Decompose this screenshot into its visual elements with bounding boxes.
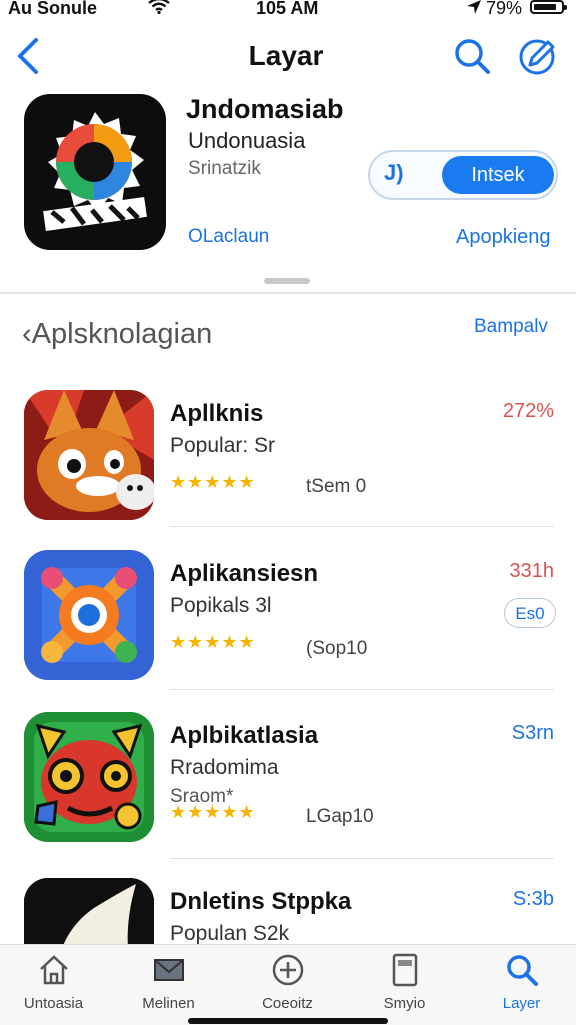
app-price: 331h bbox=[509, 560, 555, 582]
location-arrow-icon bbox=[466, 0, 482, 20]
featured-app-title: Jndomasiab bbox=[186, 94, 344, 124]
app-subtitle: Popikals 3l bbox=[170, 594, 272, 617]
clock-time: 105 AM bbox=[256, 0, 319, 18]
add-circle-icon bbox=[230, 953, 345, 987]
ghost-app-icon[interactable] bbox=[24, 878, 154, 944]
rating-count: (Sop10 bbox=[306, 638, 368, 659]
app-price[interactable]: S3rn bbox=[512, 722, 554, 745]
list-item[interactable]: Aplbikatlasia Rradomima Sraom* ★★★★★ LGa… bbox=[0, 712, 576, 872]
install-toggle[interactable]: J) Intsek bbox=[368, 150, 558, 200]
tab-label: Untoasia bbox=[23, 995, 84, 1012]
tab-label: Layer bbox=[502, 995, 541, 1012]
featured-app-subtitle: Undonuasia bbox=[188, 128, 306, 153]
app-name: Aplikansiesn bbox=[170, 560, 319, 587]
drag-handle[interactable] bbox=[264, 278, 310, 284]
search-icon[interactable] bbox=[452, 36, 492, 81]
section-see-all-link[interactable]: Bampalv bbox=[474, 316, 548, 338]
tab-bar: Untoasia Melinen Coeoitz Smyio Layer bbox=[0, 944, 576, 1025]
divider bbox=[0, 292, 576, 294]
rating-count: LGap10 bbox=[306, 806, 374, 827]
home-indicator[interactable] bbox=[188, 1018, 388, 1024]
list-item[interactable]: Dnletins Stppka Populan S2k S:3b bbox=[0, 878, 576, 944]
compose-icon[interactable] bbox=[518, 36, 556, 81]
featured-left-link[interactable]: OLaclaun bbox=[188, 226, 269, 248]
tab-label: Melinen bbox=[142, 995, 195, 1012]
star-rating: ★★★★★ bbox=[170, 802, 256, 822]
app-name: Dnletins Stppka bbox=[170, 888, 352, 915]
status-bar: Au Sonule 105 AM 79% bbox=[0, 0, 576, 22]
app-subtitle: Rradomima bbox=[170, 756, 279, 779]
star-rating: ★★★★★ bbox=[170, 472, 256, 492]
tab-device[interactable]: Smyio bbox=[347, 953, 462, 1012]
battery-icon bbox=[530, 0, 567, 14]
rating-count: tSem 0 bbox=[306, 476, 367, 497]
install-button[interactable]: Intsek bbox=[442, 156, 554, 194]
app-name: Aplbikatlasia bbox=[170, 722, 319, 749]
featured-app-size: Srinatzik bbox=[188, 158, 261, 179]
navigation-bar: Layar bbox=[0, 28, 576, 84]
get-button[interactable]: Es0 bbox=[504, 598, 556, 628]
home-icon bbox=[0, 953, 111, 987]
app-price[interactable]: 272% bbox=[503, 400, 554, 423]
tab-search[interactable]: Layer bbox=[464, 953, 576, 1012]
battery-percent: 79% bbox=[486, 0, 523, 18]
carrier-label: Au Sonule bbox=[8, 0, 97, 18]
featured-right-link[interactable]: Apopkieng bbox=[456, 226, 551, 249]
row-divider bbox=[170, 858, 554, 859]
fox-app-icon[interactable] bbox=[24, 390, 154, 520]
app-name: Apllknis bbox=[170, 400, 264, 427]
tab-label: Smyio bbox=[383, 995, 426, 1012]
app-logo-icon[interactable] bbox=[24, 94, 166, 250]
tab-label: Coeoitz bbox=[262, 995, 313, 1012]
list-item[interactable]: Aplikansiesn Popikals 3l ★★★★★ (Sop10 33… bbox=[0, 550, 576, 710]
tab-create[interactable]: Coeoitz bbox=[230, 953, 345, 1012]
wifi-icon bbox=[148, 0, 170, 19]
tablet-icon bbox=[347, 953, 462, 987]
toggle-left-label[interactable]: J) bbox=[384, 160, 404, 186]
search-icon bbox=[464, 953, 576, 987]
app-subtitle: Populan S2k bbox=[170, 922, 290, 944]
featured-app: Jndomasiab Undonuasia Srinatzik J) Intse… bbox=[0, 90, 576, 260]
app-price[interactable]: S:3b bbox=[513, 888, 554, 911]
gear-app-icon[interactable] bbox=[24, 550, 154, 680]
row-divider bbox=[170, 526, 554, 527]
tab-home[interactable]: Untoasia bbox=[0, 953, 111, 1012]
section-title: ‹Aplsknolagian bbox=[22, 318, 213, 350]
star-rating: ★★★★★ bbox=[170, 632, 256, 652]
tab-mail[interactable]: Melinen bbox=[111, 953, 226, 1012]
mail-icon bbox=[111, 953, 226, 987]
row-divider bbox=[170, 689, 554, 690]
app-subtitle: Popular: Sr bbox=[170, 434, 276, 457]
monster-app-icon[interactable] bbox=[24, 712, 154, 842]
